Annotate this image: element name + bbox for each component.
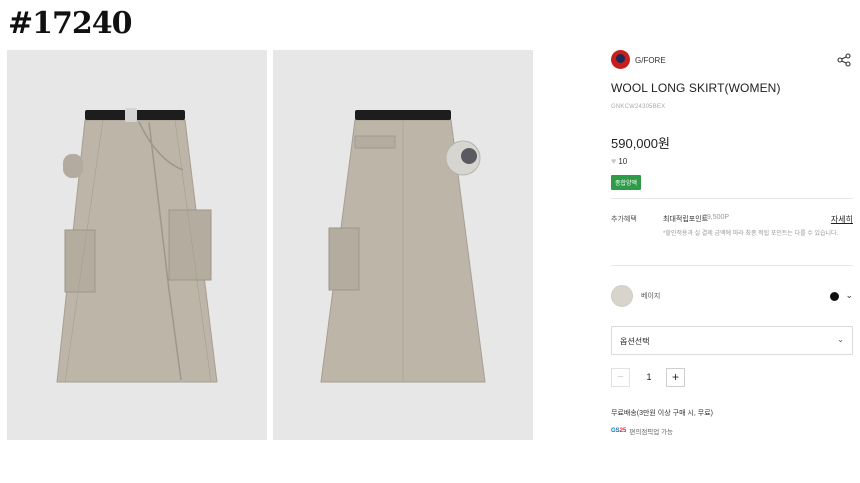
quantity-increase-button[interactable]: +	[666, 368, 685, 387]
like-count: 10	[618, 157, 628, 166]
option-select-label: 옵션선택	[620, 337, 650, 346]
pickup-label: 편의점픽업 가능	[629, 429, 674, 436]
status-badge: 종합양액	[611, 175, 642, 190]
product-image-front[interactable]	[7, 50, 267, 440]
like-button[interactable]: ♥ 10	[611, 156, 628, 167]
selected-color-dot[interactable]	[830, 292, 839, 301]
convenience-pickup: GS25 편의점픽업 가능	[611, 426, 673, 436]
gs25-logo: GS25	[611, 428, 627, 434]
divider	[611, 198, 853, 199]
chevron-down-icon: ⌄	[837, 335, 844, 344]
product-title: WOOL LONG SKIRT(WOMEN)	[611, 81, 781, 95]
quantity-value: 1	[646, 372, 652, 382]
heart-icon: ♥	[611, 156, 617, 166]
brand-name[interactable]: G/FORE	[635, 56, 666, 65]
shipping-info: 무료배송(3만원 이상 구매 시, 무료)	[611, 410, 713, 417]
skirt-back-illustration	[273, 50, 533, 440]
divider	[611, 265, 853, 266]
share-icon[interactable]	[837, 53, 851, 67]
item-number: #17240	[8, 6, 133, 41]
product-sku: GNKCW24305BEX	[611, 104, 666, 110]
product-price: 590,000원	[611, 136, 670, 151]
points-name: 최대적립포인트	[663, 216, 709, 223]
product-image-back[interactable]	[273, 50, 533, 440]
skirt-front-illustration	[7, 50, 267, 440]
benefit-label: 추가혜택	[611, 216, 637, 223]
chevron-down-icon[interactable]: ⌄	[845, 290, 853, 301]
points-detail-link[interactable]: 자세히	[831, 214, 853, 225]
points-value: 29,500P	[703, 214, 730, 221]
color-swatch[interactable]	[611, 285, 633, 307]
color-label: 베이지	[641, 293, 661, 300]
brand-logo[interactable]	[611, 50, 630, 69]
quantity-decrease-button[interactable]: −	[611, 368, 630, 387]
points-note: *할인적용과 실 결제 금액에 따라 최종 적립 포인트는 다를 수 있습니다.	[663, 231, 839, 237]
brand-row: G/FORE	[611, 50, 853, 70]
option-select[interactable]: 옵션선택 ⌄	[611, 326, 853, 355]
